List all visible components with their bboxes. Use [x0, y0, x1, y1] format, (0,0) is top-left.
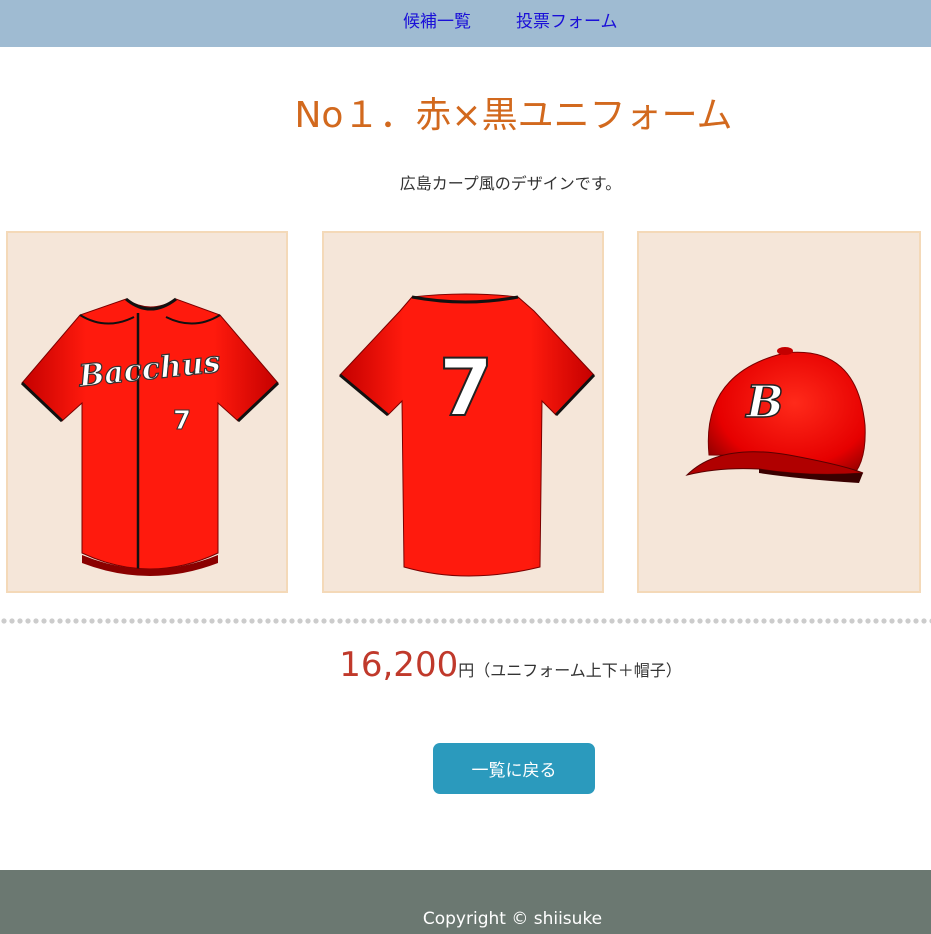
uniform-front-image: Bacchus 7 [20, 297, 280, 576]
nav-link-vote-form[interactable]: 投票フォーム [516, 7, 618, 32]
cap-image: B [685, 347, 866, 483]
uniform-front-image-card: Bacchus 7 [6, 231, 288, 593]
jersey-back-number: 7 [439, 344, 493, 434]
price-value: 16,200 [339, 645, 459, 685]
uniform-back-image-card: 7 [322, 231, 604, 593]
top-navigation: 候補一覧 投票フォーム [0, 0, 931, 47]
uniform-back-image: 7 [339, 293, 596, 577]
jersey-front-number: 7 [173, 406, 191, 436]
back-to-list-button[interactable]: 一覧に戻る [433, 743, 595, 794]
price-row: 16,200円（ユニフォーム上下＋帽子） [0, 645, 931, 685]
cap-logo-letter: B [744, 377, 783, 428]
dotted-divider [0, 617, 931, 625]
product-description: 広島カープ風のデザインです。 [0, 170, 931, 194]
price-note: （ユニフォーム上下＋帽子） [474, 661, 682, 680]
product-description-text: 広島カープ風のデザインです。 [399, 174, 622, 193]
nav-link-candidate-list[interactable]: 候補一覧 [403, 7, 471, 32]
footer: Copyright © shiisuke [0, 870, 931, 934]
price-unit: 円 [458, 661, 475, 680]
footer-copyright-text: Copyright © shiisuke [422, 909, 603, 929]
footer-copyright: Copyright © shiisuke [0, 909, 931, 929]
page-title: No１．赤×黒ユニフォーム [0, 86, 931, 138]
page-title-text: No１．赤×黒ユニフォーム [294, 95, 733, 136]
cap-image-card: B [637, 231, 921, 593]
